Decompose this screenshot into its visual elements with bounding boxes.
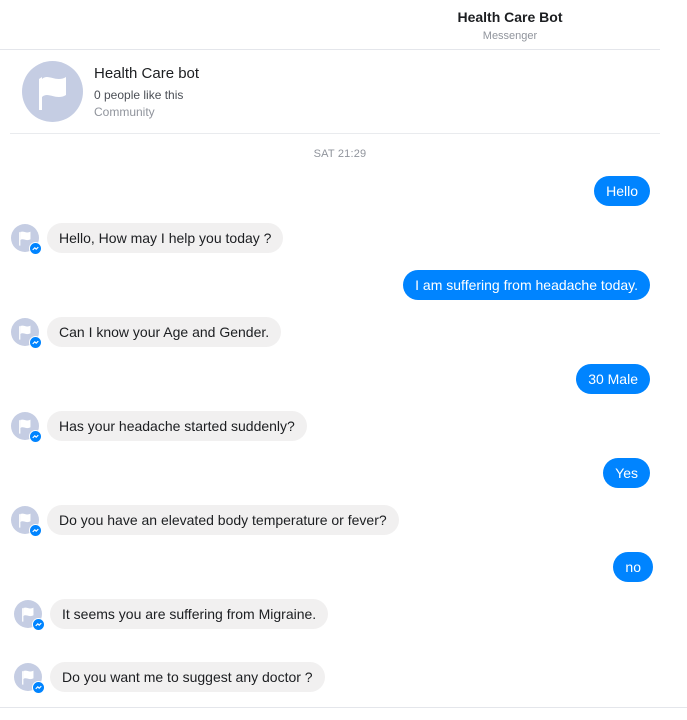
messenger-icon: [29, 524, 42, 537]
outgoing-message[interactable]: no: [613, 552, 653, 582]
outgoing-message[interactable]: Hello: [594, 176, 650, 206]
incoming-message[interactable]: Hello, How may I help you today ?: [47, 223, 284, 253]
conversation-title[interactable]: Health Care Bot: [440, 9, 580, 25]
bot-avatar: [11, 412, 42, 443]
incoming-message[interactable]: Has your headache started suddenly?: [47, 411, 307, 441]
outgoing-message[interactable]: Yes: [603, 458, 650, 488]
incoming-message[interactable]: Do you want me to suggest any doctor ?: [50, 662, 325, 692]
messenger-icon: [29, 336, 42, 349]
composer-divider: [0, 707, 687, 708]
page-avatar[interactable]: [22, 61, 83, 122]
bot-avatar: [11, 224, 42, 255]
page-likes-count: 0 people like this: [94, 88, 184, 102]
flag-icon: [39, 77, 66, 110]
bot-avatar: [14, 600, 45, 631]
conversation-header: Health Care Bot Messenger: [0, 0, 660, 50]
message-timestamp: SAT 21:29: [313, 148, 367, 160]
page-category: Community: [94, 105, 155, 119]
incoming-message[interactable]: It seems you are suffering from Migraine…: [50, 599, 329, 629]
page-name[interactable]: Health Care bot: [94, 65, 199, 82]
outgoing-message[interactable]: 30 Male: [576, 364, 650, 394]
messenger-icon: [32, 681, 45, 694]
messenger-icon: [32, 618, 45, 631]
page-info-card: Health Care bot 0 people like this Commu…: [10, 50, 660, 134]
conversation-subtitle: Messenger: [482, 30, 538, 42]
outgoing-message[interactable]: I am suffering from headache today.: [403, 270, 650, 300]
messenger-icon: [29, 242, 42, 255]
bot-avatar: [14, 663, 45, 694]
incoming-message[interactable]: Do you have an elevated body temperature…: [47, 505, 399, 535]
bot-avatar: [11, 318, 42, 349]
bot-avatar: [11, 506, 42, 537]
incoming-message[interactable]: Can I know your Age and Gender.: [47, 317, 282, 347]
messenger-icon: [29, 430, 42, 443]
